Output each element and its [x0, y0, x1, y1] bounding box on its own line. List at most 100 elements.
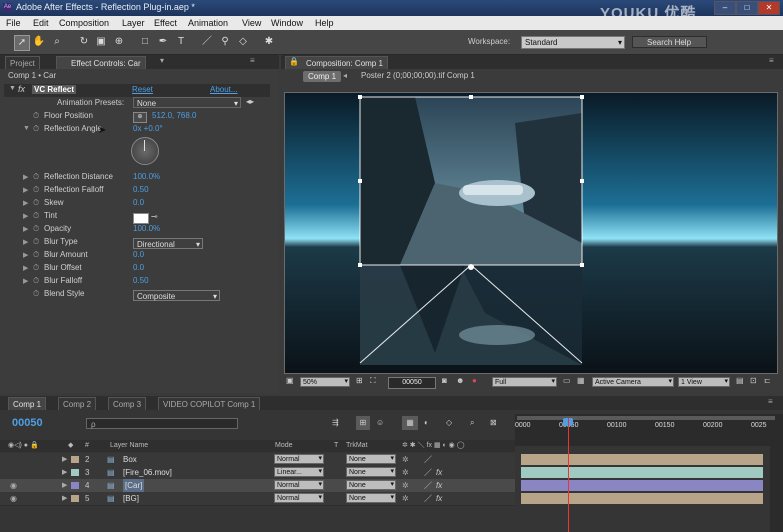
shy-switch-icon[interactable]: ✲	[402, 479, 409, 492]
layer-duration-bar[interactable]	[521, 454, 763, 465]
eyedropper-icon[interactable]: ⊸	[151, 212, 158, 221]
layer-expand-arrow-icon[interactable]: ▶	[62, 466, 67, 479]
close-button[interactable]: ✕	[758, 1, 780, 15]
panel-menu-icon[interactable]: ≡	[250, 56, 255, 65]
reflection-angle-value[interactable]: 0x +0.0°	[133, 124, 163, 133]
expand-arrow-icon[interactable]: ▼	[9, 85, 16, 92]
expand-arrow-icon[interactable]: ▶	[23, 277, 28, 285]
tab-menu-icon[interactable]: ▾	[160, 56, 164, 65]
zoom-tool-icon[interactable]: ⌕	[50, 35, 64, 49]
layer-mode-dropdown[interactable]: Normal	[274, 454, 324, 464]
fx-switch-icon[interactable]: fx	[436, 466, 442, 479]
animation-presets-dropdown[interactable]: None	[133, 97, 241, 109]
minimize-button[interactable]: –	[714, 1, 736, 15]
quality-switch-icon[interactable]: ／	[424, 466, 432, 479]
layer-row[interactable]: ◉ ▶ 5 ▤ [BG] Normal None ✲ ／ fx	[0, 492, 515, 506]
shy-switch-icon[interactable]: ✲	[402, 466, 409, 479]
layer-duration-bar[interactable]	[521, 467, 763, 478]
auto-keyframe-icon[interactable]: ⌕	[470, 418, 474, 428]
layer-name[interactable]: [Car]	[123, 479, 145, 492]
tab-comp-2[interactable]: Comp 2	[58, 397, 97, 410]
brainstorm-icon[interactable]: ◇	[446, 418, 452, 427]
visibility-eye-icon[interactable]: ◉	[10, 492, 17, 505]
layer-label-color[interactable]	[71, 469, 79, 476]
tab-project[interactable]: Project	[5, 56, 40, 69]
reflection-falloff-value[interactable]: 0.50	[133, 185, 149, 194]
floor-position-value[interactable]: 512.0, 768.0	[152, 111, 196, 120]
menu-window[interactable]: Window	[271, 18, 303, 28]
current-time-display[interactable]: 00050	[12, 417, 43, 429]
opacity-value[interactable]: 100.0%	[133, 224, 160, 233]
expand-arrow-icon[interactable]: ▶	[23, 186, 28, 194]
transparency-grid-icon[interactable]: ▦	[577, 376, 585, 385]
timeline-toggle-icon[interactable]: ⊏	[764, 376, 771, 385]
crosshair-icon[interactable]: ⊕	[133, 112, 147, 123]
reset-link[interactable]: Reset	[132, 85, 153, 94]
pan-behind-tool-icon[interactable]: ⊕	[112, 35, 126, 49]
graph-editor-icon[interactable]: ⊠	[490, 418, 497, 427]
camera-tool-icon[interactable]: ▣	[94, 35, 108, 49]
stopwatch-icon[interactable]: ⏱	[33, 224, 39, 234]
camera-dropdown[interactable]: Active Camera	[592, 377, 674, 387]
show-snapshot-icon[interactable]: ☻	[456, 376, 464, 385]
expand-arrow-icon[interactable]: ▶	[23, 173, 28, 181]
comp-breadcrumb-current[interactable]: Comp 1	[303, 71, 342, 82]
menu-edit[interactable]: Edit	[33, 18, 49, 28]
layer-search-input[interactable]: ρ	[86, 418, 238, 429]
layer-name[interactable]: [BG]	[123, 492, 139, 505]
layer-label-color[interactable]	[71, 495, 79, 502]
tab-comp-3[interactable]: Comp 3	[108, 397, 147, 410]
zoom-dropdown[interactable]: 50%	[300, 377, 350, 387]
layer-duration-bar[interactable]	[521, 493, 763, 504]
menu-layer[interactable]: Layer	[122, 18, 145, 28]
motion-blur-icon[interactable]: ◐	[424, 418, 429, 427]
layer-row[interactable]: ▶ 3 ▤ [Fire_06.mov] Linear... None ✲ ／ fx	[0, 466, 515, 480]
frame-blending-icon[interactable]: ▦	[402, 416, 418, 430]
expand-arrow-icon[interactable]: ▶	[23, 264, 28, 272]
stopwatch-icon[interactable]: ⏱	[33, 211, 39, 221]
region-icon[interactable]: ⛶	[370, 376, 376, 386]
fx-icon[interactable]: fx	[18, 84, 25, 94]
layer-mode-dropdown[interactable]: Normal	[274, 480, 324, 490]
trkmat-dropdown[interactable]: None	[346, 454, 396, 464]
stopwatch-icon[interactable]: ⏱	[33, 250, 39, 260]
eraser-tool-icon[interactable]: ◇	[236, 35, 250, 49]
fast-previews-icon[interactable]: ⊡	[750, 376, 757, 385]
tab-composition[interactable]: Composition: Comp 1	[285, 56, 388, 69]
resolution-dropdown[interactable]: Full	[492, 377, 557, 387]
quality-switch-icon[interactable]: ／	[424, 453, 432, 466]
composition-viewer[interactable]	[284, 92, 778, 374]
fx-switch-icon[interactable]: fx	[436, 479, 442, 492]
clone-stamp-tool-icon[interactable]: ⚲	[218, 35, 232, 49]
panel-menu-icon[interactable]: ≡	[768, 397, 773, 406]
layer-expand-arrow-icon[interactable]: ▶	[62, 479, 67, 492]
tab-effect-controls[interactable]: Effect Controls: Car	[56, 56, 146, 69]
text-tool-icon[interactable]: T	[174, 35, 188, 49]
lock-icon[interactable]: 🔒	[289, 57, 299, 66]
stopwatch-icon[interactable]: ⏱	[33, 124, 39, 134]
panel-menu-icon[interactable]: ≡	[769, 56, 774, 65]
stopwatch-icon[interactable]: ⏱	[33, 185, 39, 195]
stopwatch-icon[interactable]: ⏱	[33, 289, 39, 299]
tab-video-copilot-comp[interactable]: VIDEO COPILOT Comp 1	[158, 397, 261, 410]
trkmat-dropdown[interactable]: None	[346, 493, 396, 503]
layer-name[interactable]: [Fire_06.mov]	[123, 466, 172, 479]
hide-shy-icon[interactable]: ☺	[376, 418, 384, 427]
tint-color-swatch[interactable]	[133, 213, 149, 224]
blur-offset-value[interactable]: 0.0	[133, 263, 144, 272]
comp-mini-flowchart-icon[interactable]: ⇶	[332, 418, 339, 427]
layer-label-color[interactable]	[71, 456, 79, 463]
menu-help[interactable]: Help	[315, 18, 334, 28]
safe-zones-icon[interactable]: ⊞	[356, 376, 363, 385]
expand-arrow-icon[interactable]: ▶	[23, 199, 28, 207]
stopwatch-icon[interactable]: ⏱	[33, 111, 39, 121]
shy-switch-icon[interactable]: ✲	[402, 492, 409, 505]
viewer-timecode[interactable]: 00050	[388, 377, 436, 389]
roi-icon[interactable]: ▭	[563, 376, 571, 385]
blend-style-dropdown[interactable]: Composite	[133, 290, 220, 302]
search-help-input[interactable]: Search Help	[632, 36, 707, 48]
preview-icon[interactable]: ▣	[286, 376, 294, 385]
blur-type-dropdown[interactable]: Directional	[133, 238, 203, 250]
draft-3d-icon[interactable]: ⊞	[356, 416, 370, 430]
expand-arrow-icon[interactable]: ▶	[23, 238, 28, 246]
